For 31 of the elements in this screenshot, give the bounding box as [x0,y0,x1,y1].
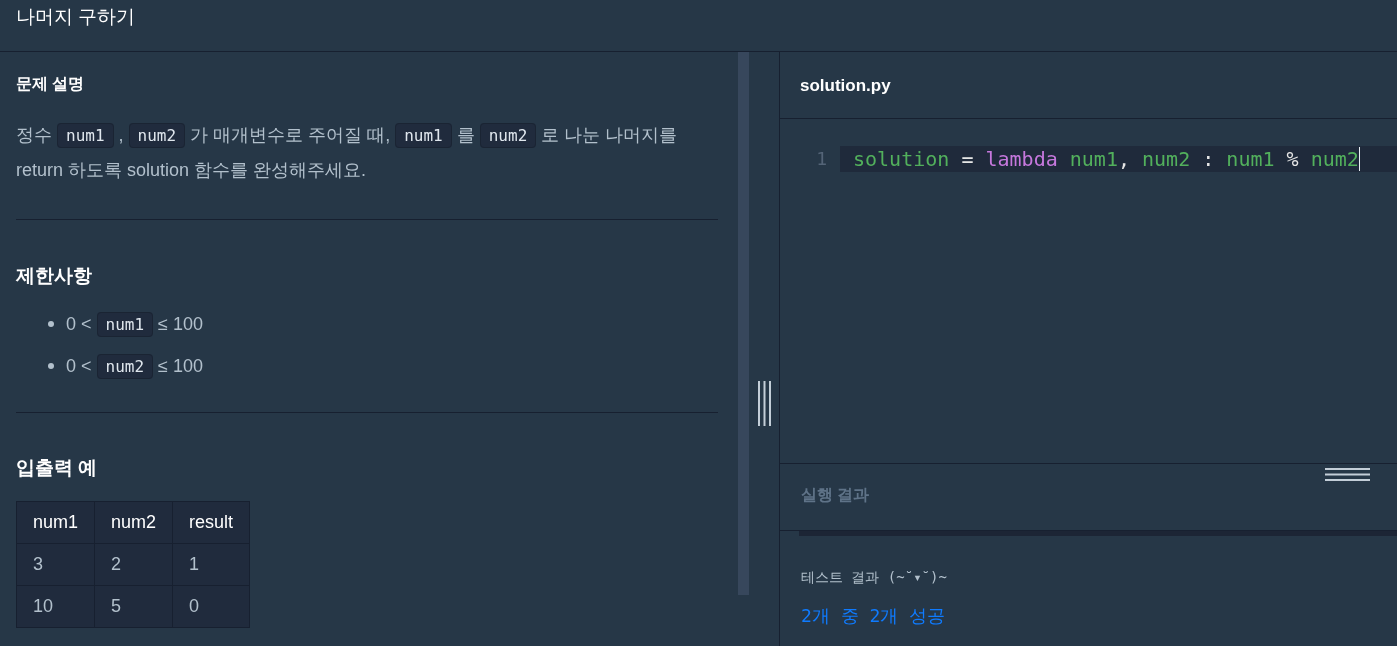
column-header: result [172,501,250,544]
column-header: num1 [16,501,95,544]
file-name: solution.py [800,75,891,96]
section-heading: 입출력 예 [16,456,99,480]
constraint-text: 0 < num1 ≤ 100 [66,313,203,335]
column-header: num2 [94,501,173,544]
table-cell: 2 [94,543,173,586]
constraint-text: 0 < num2 ≤ 100 [66,355,203,377]
bullet-icon [48,321,54,327]
result-heading: 테스트 결과 (~˘▾˘)~ [801,568,948,586]
table-cell: 1 [172,543,250,586]
inline-code: num2 [128,123,186,148]
drag-handle-icon[interactable] [757,380,771,426]
table-cell: 10 [16,585,95,628]
table-cell: 5 [94,585,173,628]
section-heading: 문제 설명 [16,74,86,94]
table-cell: 3 [16,543,95,586]
description-text: 정수 num1 , num2 가 매개변수로 주어질 때, num1 를 num2 로 나눈 나머지를 return 하도록 solution 함수를 완성해주세요. [16,122,679,182]
inline-code: num2 [479,123,537,148]
result-summary: 2개 중 2개 성공 [801,604,947,628]
bullet-icon [48,363,54,369]
inline-code: num2 [96,353,154,379]
panel-title: 실행 결과 [801,485,870,505]
inline-code: num1 [57,123,114,148]
page-title: 나머지 구하기 [16,5,136,29]
inline-code: num1 [395,123,452,148]
inline-code: num1 [96,311,154,337]
table-cell: 0 [172,585,250,628]
drag-handle-icon[interactable] [1325,468,1370,481]
scrollbar-thumb[interactable] [738,52,749,595]
section-heading: 제한사항 [16,264,93,288]
